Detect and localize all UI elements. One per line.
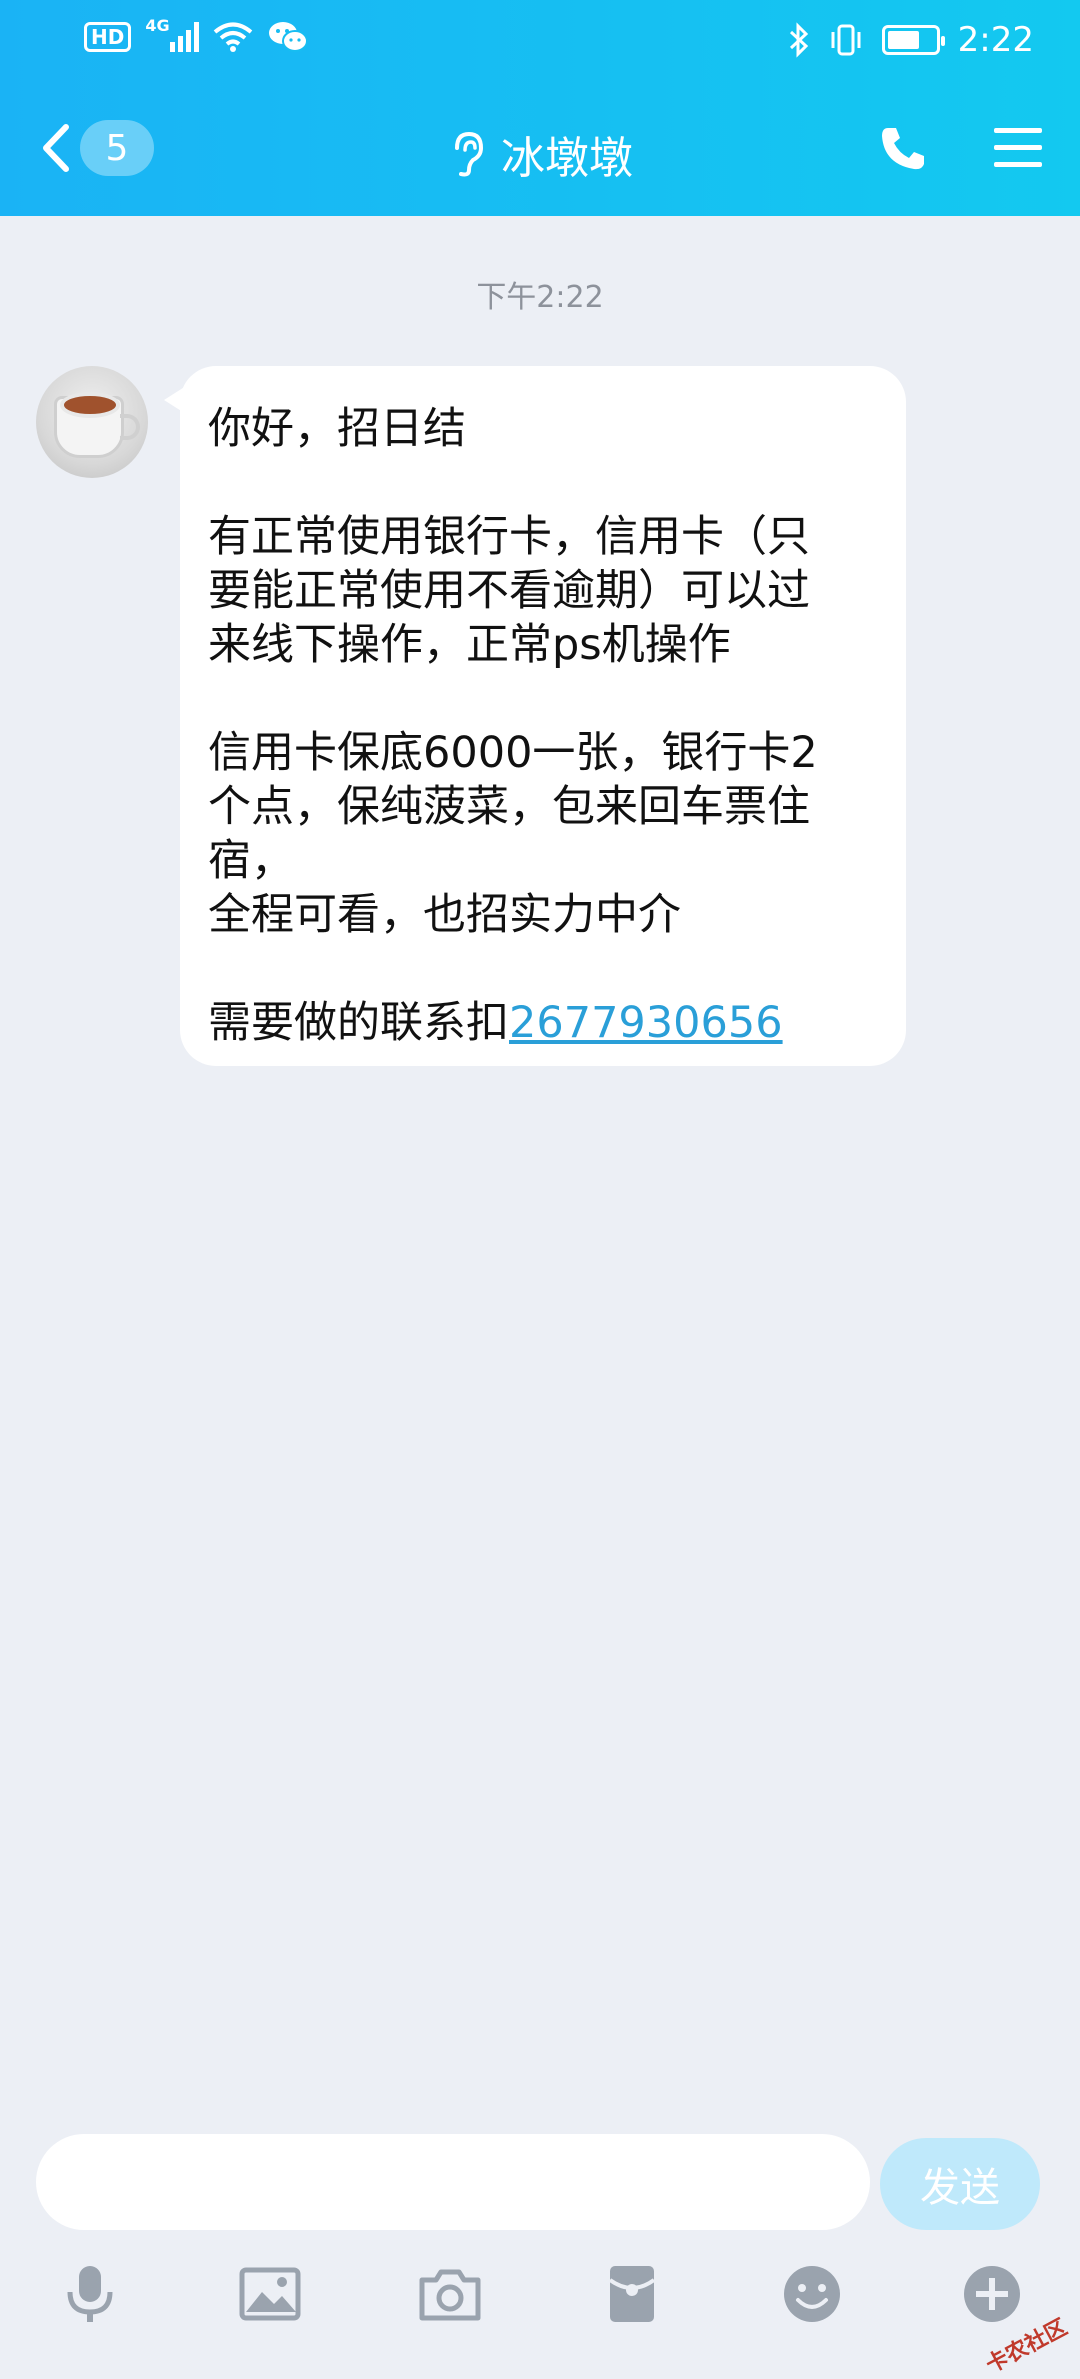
status-time: 2:22 (957, 20, 1034, 60)
ear-icon (455, 131, 484, 177)
image-icon[interactable] (238, 2262, 302, 2326)
send-button[interactable]: 发送 (880, 2138, 1040, 2230)
network-type: 4G (145, 15, 170, 35)
input-toolbar (0, 2250, 1080, 2340)
qq-number-link[interactable]: 2677930656 (509, 998, 783, 1048)
camera-icon[interactable] (418, 2262, 482, 2326)
message-line: 来线下操作，正常ps机操作 (208, 620, 731, 670)
bluetooth-icon (789, 22, 808, 58)
wifi-icon (213, 22, 252, 52)
avatar[interactable] (36, 366, 148, 478)
menu-icon[interactable] (992, 124, 1044, 172)
page-title: 冰墩墩 (501, 133, 633, 184)
red-packet-icon[interactable] (600, 2262, 664, 2326)
message-line-contact: 需要做的联系扣2677930656 (208, 996, 878, 1050)
message-input[interactable] (36, 2134, 870, 2230)
emoji-icon[interactable] (780, 2262, 844, 2326)
message-list[interactable]: 下午2:22 你好，招日结 有正常使用银行卡，信用卡（只 要能正常使用不看逾期）… (0, 216, 1080, 2120)
message-line: 个点，保纯菠菜，包来回车票住 (208, 782, 810, 832)
contact-prefix: 需要做的联系扣 (208, 998, 509, 1048)
message-line: 你好，招日结 (208, 404, 466, 454)
cup-handle-shape (120, 414, 140, 440)
battery-icon (881, 25, 945, 55)
message-line: 有正常使用银行卡，信用卡（只 (208, 512, 810, 562)
nav-bar: 5 冰墩墩 (0, 100, 1080, 200)
message-line: 全程可看，也招实力中介 (208, 890, 681, 940)
message-line: 要能正常使用不看逾期）可以过 (208, 566, 810, 616)
message-bubble[interactable]: 你好，招日结 有正常使用银行卡，信用卡（只 要能正常使用不看逾期）可以过 来线下… (180, 366, 906, 1066)
message-line: 信用卡保底6000一张，银行卡2 (208, 728, 818, 778)
message-timestamp: 下午2:22 (476, 280, 604, 315)
coffee-shape (60, 392, 120, 418)
wechat-icon (268, 22, 308, 52)
status-bar: HD 4G 2:22 (0, 0, 1080, 80)
message-line: 宿， (208, 836, 294, 886)
phone-icon[interactable] (878, 122, 930, 174)
plus-icon[interactable] (960, 2262, 1024, 2326)
hd-icon: HD (84, 22, 132, 52)
signal-icon (169, 22, 199, 52)
vibrate-icon (831, 24, 861, 56)
microphone-icon[interactable] (58, 2262, 122, 2326)
chat-header: HD 4G 2:22 5 冰墩墩 (0, 0, 1080, 216)
input-bar: 发送 (0, 2120, 1080, 2340)
